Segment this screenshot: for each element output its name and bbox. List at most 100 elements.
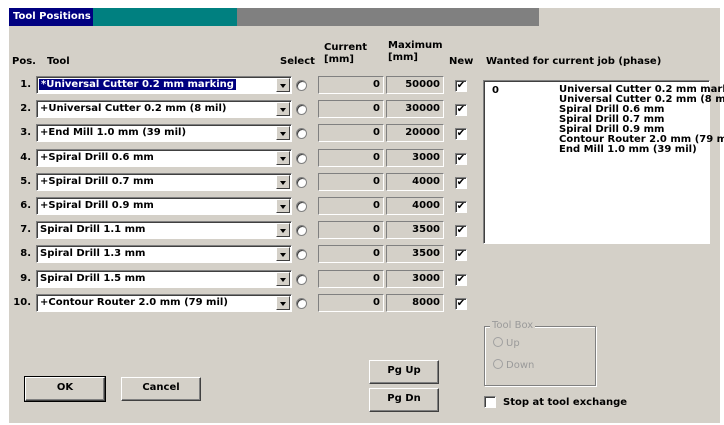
wanted-item: End Mill 1.0 mm (39 mil) [559,144,697,155]
chevron-down-icon[interactable] [276,223,290,237]
tool-combo[interactable]: Spiral Drill 1.3 mm [36,245,292,263]
header-tool: Tool [47,56,70,67]
title-bar-accent [93,8,237,26]
tool-combo[interactable]: +Spiral Drill 0.9 mm [36,197,292,215]
tool-combo[interactable]: *Universal Cutter 0.2 mm marking [36,76,292,94]
current-value: 0 [318,173,384,191]
row-pos-label: 1. [20,79,31,90]
page-down-label: Pg Dn [387,393,421,404]
cancel-label: Cancel [142,382,180,393]
chevron-down-icon[interactable] [276,199,290,213]
tool-combo-value: *Universal Cutter 0.2 mm marking [39,79,236,90]
chevron-down-icon[interactable] [276,102,290,116]
select-radio[interactable] [296,249,307,260]
maximum-value[interactable]: 4000 [386,173,444,191]
select-radio[interactable] [296,177,307,188]
new-checkbox[interactable]: ✔ [455,225,467,237]
select-radio[interactable] [296,153,307,164]
tool-combo[interactable]: +End Mill 1.0 mm (39 mil) [36,124,292,142]
new-checkbox[interactable]: ✔ [455,128,467,140]
tool-combo[interactable]: Spiral Drill 1.1 mm [36,221,292,239]
checkmark-icon: ✔ [456,104,466,115]
tool-combo-value: +Spiral Drill 0.7 mm [40,176,154,187]
current-value: 0 [318,197,384,215]
tool-combo[interactable]: Spiral Drill 1.5 mm [36,270,292,288]
tool-combo-value: +Spiral Drill 0.9 mm [40,200,154,211]
header-maximum-unit: [mm] [388,52,418,63]
chevron-down-icon[interactable] [276,175,290,189]
select-radio[interactable] [296,128,307,139]
row-pos-label: 7. [20,224,31,235]
select-radio[interactable] [296,274,307,285]
chevron-down-icon[interactable] [276,272,290,286]
current-value: 0 [318,221,384,239]
current-value: 0 [318,245,384,263]
tool-combo[interactable]: +Spiral Drill 0.6 mm [36,149,292,167]
new-checkbox[interactable]: ✔ [455,177,467,189]
maximum-value[interactable]: 4000 [386,197,444,215]
current-value: 0 [318,100,384,118]
maximum-value[interactable]: 20000 [386,124,444,142]
maximum-value[interactable]: 50000 [386,76,444,94]
tool-combo[interactable]: +Contour Router 2.0 mm (79 mil) [36,294,292,312]
window-title: Tool Positions [9,8,93,26]
select-radio[interactable] [296,104,307,115]
chevron-down-icon[interactable] [276,126,290,140]
page-up-label: Pg Up [387,365,421,376]
new-checkbox[interactable]: ✔ [455,298,467,310]
new-checkbox[interactable]: ✔ [455,80,467,92]
select-radio[interactable] [296,201,307,212]
header-maximum: Maximum [388,40,443,51]
toolbox-down-option: Down [493,359,534,371]
toolbox-group: Tool Box Up Down [484,320,596,386]
new-checkbox[interactable]: ✔ [455,201,467,213]
tool-combo[interactable]: +Spiral Drill 0.7 mm [36,173,292,191]
select-radio[interactable] [296,225,307,236]
select-radio[interactable] [296,298,307,309]
header-wanted: Wanted for current job (phase) [486,56,662,67]
tool-combo-value: Spiral Drill 1.5 mm [40,273,146,284]
checkmark-icon: ✔ [456,249,466,260]
maximum-value[interactable]: 8000 [386,294,444,312]
chevron-down-icon[interactable] [276,78,290,92]
current-value: 0 [318,124,384,142]
stop-at-exchange-checkbox[interactable] [484,396,496,408]
tool-combo[interactable]: +Universal Cutter 0.2 mm (8 mil) [36,100,292,118]
maximum-value[interactable]: 30000 [386,100,444,118]
chevron-down-icon[interactable] [276,151,290,165]
maximum-value[interactable]: 3500 [386,245,444,263]
tool-combo-value: +End Mill 1.0 mm (39 mil) [40,127,187,138]
page-up-button[interactable]: Pg Up [369,360,439,384]
new-checkbox[interactable]: ✔ [455,249,467,261]
tool-positions-dialog: Tool Positions Pos. Tool Select Current … [9,8,724,423]
radio-icon [493,359,503,369]
new-checkbox[interactable]: ✔ [455,153,467,165]
header-new: New [449,56,474,67]
chevron-down-icon[interactable] [276,247,290,261]
tool-combo-value: +Spiral Drill 0.6 mm [40,152,154,163]
ok-button[interactable]: OK [24,376,106,402]
select-radio[interactable] [296,80,307,91]
current-value: 0 [318,76,384,94]
header-pos: Pos. [12,56,36,67]
current-value: 0 [318,270,384,288]
chevron-down-icon[interactable] [276,296,290,310]
new-checkbox[interactable]: ✔ [455,104,467,116]
maximum-value[interactable]: 3000 [386,149,444,167]
title-bar: Tool Positions [9,8,539,26]
page-down-button[interactable]: Pg Dn [369,388,439,412]
row-pos-label: 6. [20,200,31,211]
new-checkbox[interactable]: ✔ [455,274,467,286]
tool-combo-value: +Contour Router 2.0 mm (79 mil) [40,297,228,308]
maximum-value[interactable]: 3500 [386,221,444,239]
maximum-value[interactable]: 3000 [386,270,444,288]
current-value: 0 [318,149,384,167]
wanted-list[interactable]: 0 Universal Cutter 0.2 mm markingUnivers… [483,80,724,244]
tool-combo-value: +Universal Cutter 0.2 mm (8 mil) [40,103,227,114]
current-value: 0 [318,294,384,312]
row-pos-label: 9. [20,273,31,284]
row-pos-label: 8. [20,248,31,259]
row-pos-label: 5. [20,176,31,187]
cancel-button[interactable]: Cancel [121,377,201,401]
toolbox-legend: Tool Box [490,320,536,331]
